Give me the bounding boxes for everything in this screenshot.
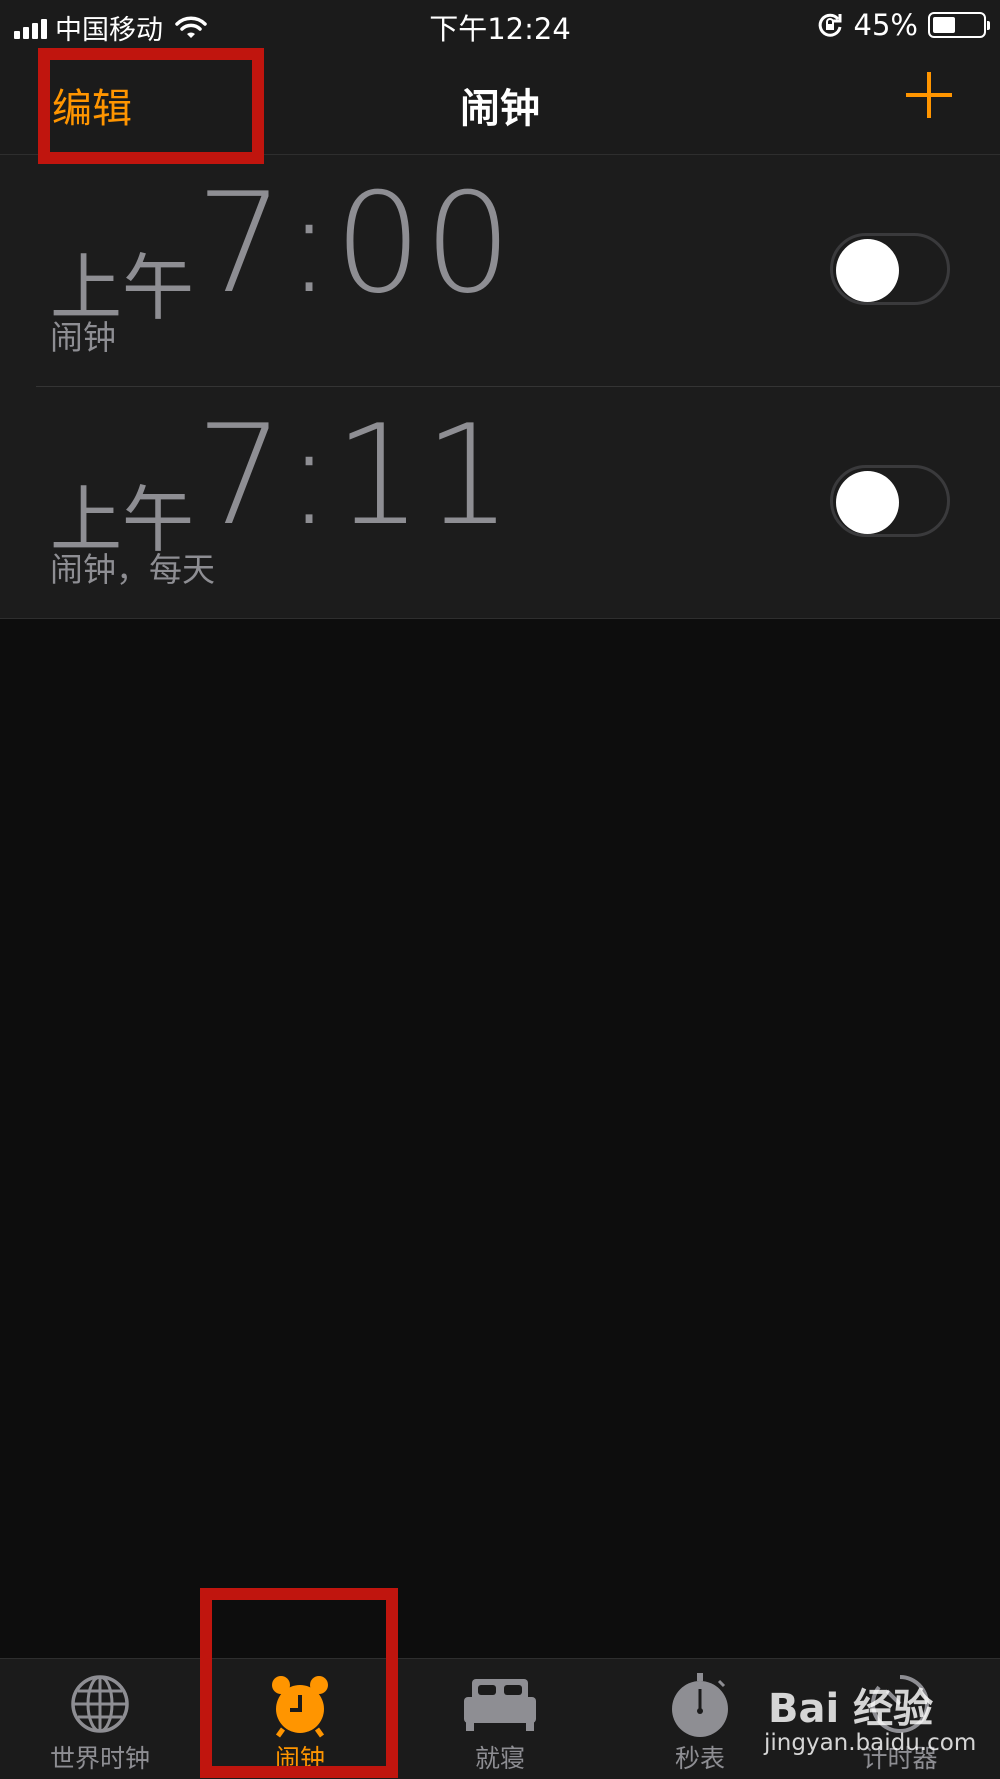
alarm-toggle[interactable] [830, 465, 950, 537]
alarm-time: 7:00 [196, 163, 514, 324]
alarm-row[interactable]: 上午 7:00 闹钟 [0, 155, 1000, 386]
tab-world-clock[interactable]: 世界时钟 [0, 1659, 200, 1779]
alarm-time: 7:11 [196, 395, 514, 556]
timer-icon [871, 1675, 929, 1733]
stopwatch-icon [672, 1673, 728, 1737]
tab-alarm[interactable]: 闹钟 [200, 1659, 400, 1779]
tab-label: 世界时钟 [49, 1744, 150, 1773]
plus-icon[interactable] [906, 72, 952, 118]
battery-percent: 45% [853, 8, 918, 42]
page-title: 闹钟 [460, 86, 540, 132]
nav-bar: 编辑 闹钟 [0, 50, 1000, 155]
tab-label: 秒表 [674, 1744, 725, 1773]
status-right: 45% [816, 8, 990, 42]
tab-label: 就寝 [474, 1744, 525, 1773]
tab-timer[interactable]: 计时器 [800, 1659, 1000, 1779]
tab-label: 计时器 [862, 1744, 938, 1773]
tab-label: 闹钟 [274, 1744, 325, 1773]
battery-icon [928, 12, 990, 38]
alarm-label: 闹钟，每天 [50, 550, 215, 589]
alarm-clock-icon [272, 1676, 328, 1738]
tab-bar: 世界时钟 闹钟 就寝 秒表 计时器 [0, 1658, 1000, 1779]
alarm-label: 闹钟 [50, 318, 116, 357]
status-bar: 中国移动 下午12:24 45% [0, 0, 1000, 50]
bed-icon [464, 1679, 536, 1731]
alarm-list: 上午 7:00 闹钟 上午 7:11 闹钟，每天 [0, 155, 1000, 619]
tab-bedtime[interactable]: 就寝 [400, 1659, 600, 1779]
alarm-toggle[interactable] [830, 233, 950, 305]
globe-icon [71, 1675, 129, 1733]
alarm-row[interactable]: 上午 7:11 闹钟，每天 [36, 386, 1000, 618]
battery-fill [933, 17, 955, 33]
rotation-lock-icon [818, 13, 842, 37]
tab-stopwatch[interactable]: 秒表 [600, 1659, 800, 1779]
